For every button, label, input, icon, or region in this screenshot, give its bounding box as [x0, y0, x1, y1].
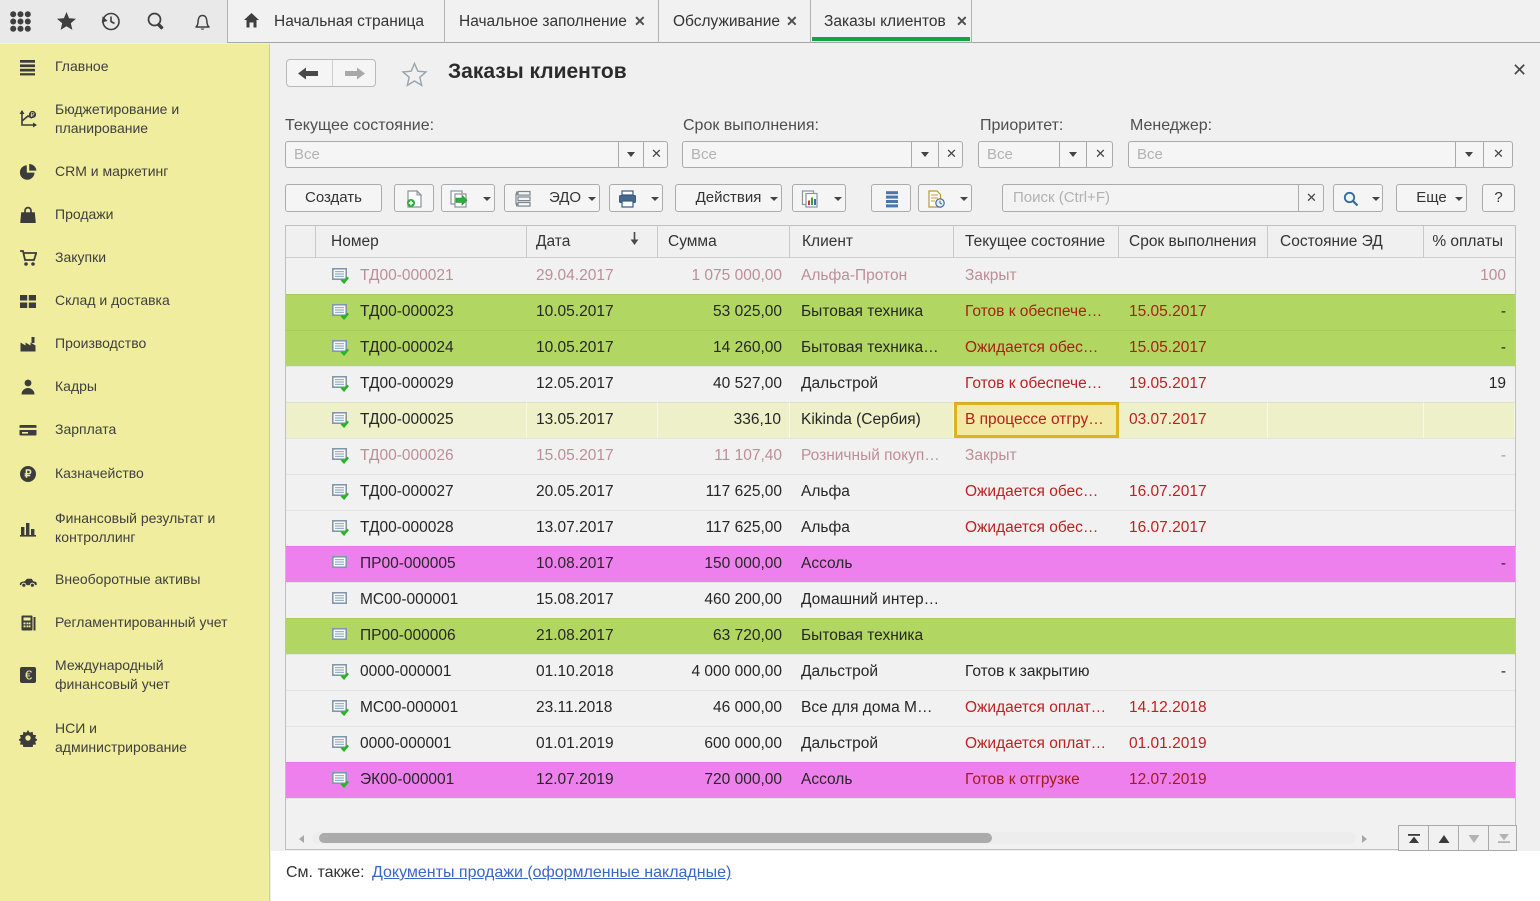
- svg-text:₽: ₽: [25, 469, 32, 481]
- svg-text:€: €: [25, 668, 33, 683]
